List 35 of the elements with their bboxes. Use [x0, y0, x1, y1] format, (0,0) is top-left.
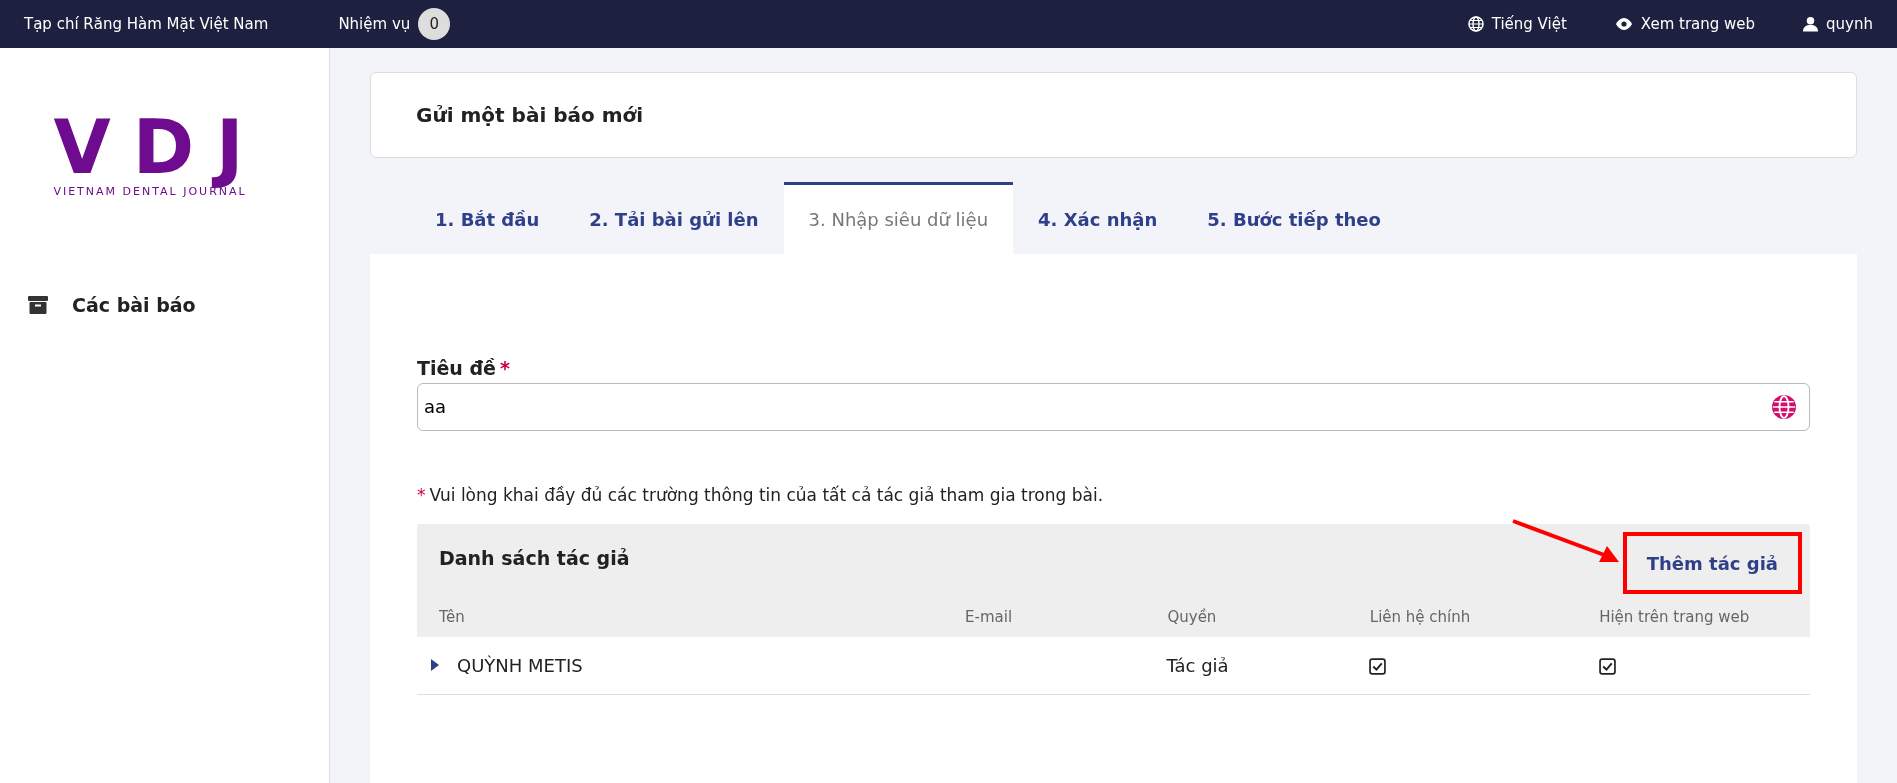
eye-icon [1614, 18, 1633, 30]
add-author-button[interactable]: Thêm tác giả [1626, 536, 1798, 590]
author-name: QUỲNH METIS [457, 653, 583, 678]
step-tab[interactable]: 3. Nhập siêu dữ liệu [783, 182, 1014, 254]
column-header: Tên [439, 607, 466, 628]
required-mark: * [500, 356, 510, 381]
checkbox[interactable] [1369, 658, 1387, 675]
user-menu[interactable]: quynh [1826, 12, 1873, 36]
step-tab[interactable]: 1. Bắt đầu [410, 182, 565, 254]
column-header: E-mail [965, 607, 1014, 628]
globe-icon [1467, 16, 1484, 32]
title-input-field[interactable]: aa [417, 382, 1810, 431]
view-site-link[interactable]: Xem trang web [1640, 12, 1756, 36]
user-icon [1803, 16, 1819, 32]
checkbox[interactable] [1598, 658, 1616, 675]
section-title: Danh sách tác giả [439, 546, 630, 571]
column-header: Quyền [1167, 607, 1218, 628]
step-tab[interactable]: 4. Xác nhận [1013, 182, 1183, 254]
expand-toggle[interactable] [431, 659, 441, 671]
step-tab[interactable]: 5. Bước tiếp theo [1182, 182, 1406, 254]
language-link[interactable]: Tiếng Việt [1491, 12, 1567, 36]
tasks-link[interactable]: Nhiệm vụ [338, 12, 411, 36]
globe-icon [1772, 394, 1796, 419]
column-header: Hiện trên trang web [1599, 607, 1751, 628]
column-header: Liên hệ chính [1369, 607, 1472, 628]
instruction-text: Vui lòng khai đầy đủ các trường thông tin của tất cả tác giả tham gia trong bài. [429, 483, 1104, 507]
required-mark: * [417, 483, 426, 507]
archive-icon [28, 295, 48, 314]
page-title: Gửi một bài báo mới [416, 102, 644, 129]
step-tab[interactable]: 2. Tải bài gửi lên [564, 182, 784, 254]
site-title[interactable]: Tạp chí Răng Hàm Mặt Việt Nam [24, 12, 269, 36]
task-count-badge: 0 [418, 8, 451, 40]
sidebar-item[interactable]: Các bài báo [72, 290, 196, 319]
author-role: Tác giả [1166, 654, 1229, 676]
field-label: Tiêu đề [417, 356, 496, 381]
